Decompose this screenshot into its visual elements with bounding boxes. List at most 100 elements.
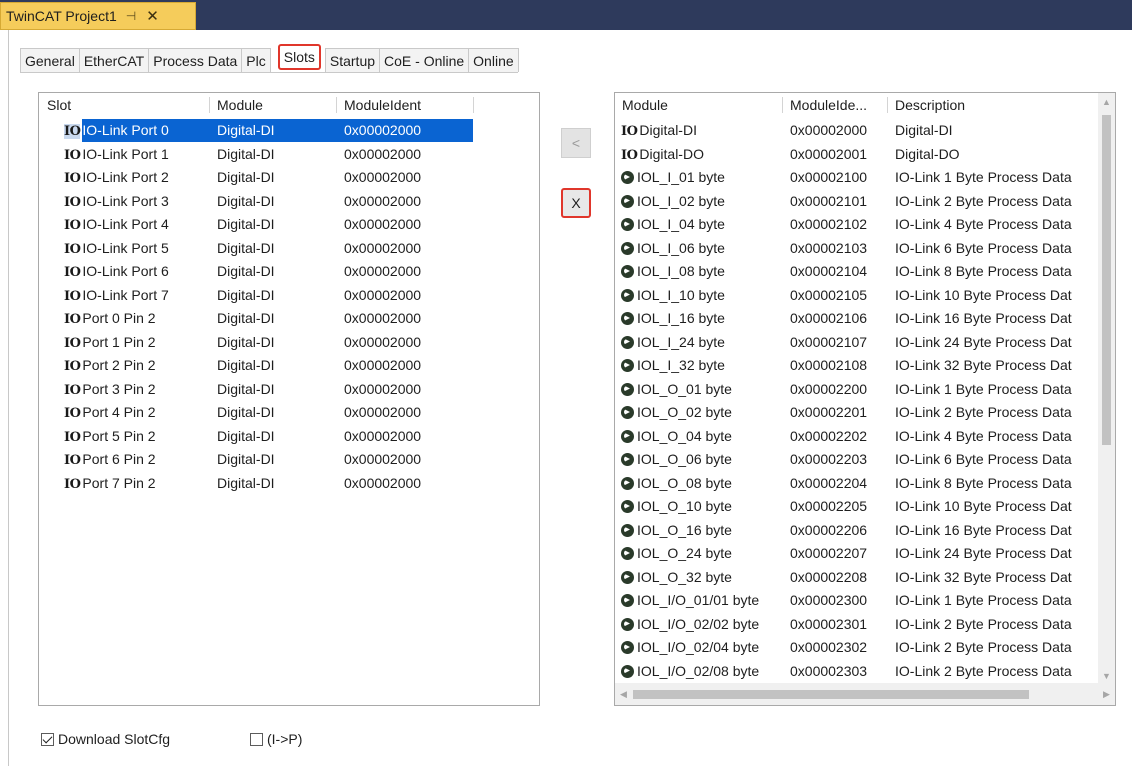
module-row[interactable]: IOL_I/O_02/08 byte 0x00002303 IO-Link 2 By… bbox=[615, 660, 1115, 683]
column-divider[interactable] bbox=[473, 97, 474, 113]
module-name-cell: IOL_I/O_02/04 byte bbox=[621, 636, 789, 659]
module-row[interactable]: IOL_O_32 byte 0x00002208 IO-Link 32 Byte P… bbox=[615, 566, 1115, 589]
scroll-up-icon[interactable]: ▲ bbox=[1098, 93, 1115, 111]
module-list[interactable]: Module ModuleIde... Description IO Digita… bbox=[614, 92, 1116, 706]
module-row[interactable]: IO Digital-DI 0x00002000 Digital-DI bbox=[615, 119, 1115, 142]
module-row[interactable]: IOL_I_16 byte 0x00002106 IO-Link 16 Byte P… bbox=[615, 307, 1115, 330]
tab-slots[interactable]: Slots bbox=[277, 44, 321, 70]
module-description-cell: IO-Link 1 Byte Process Data bbox=[895, 169, 1072, 185]
tab-process-data[interactable]: Process Data bbox=[148, 48, 243, 72]
module-row[interactable]: IOL_O_16 byte 0x00002206 IO-Link 16 Byte P… bbox=[615, 519, 1115, 542]
module-name-cell: IOL_O_24 byte bbox=[621, 542, 789, 565]
module-row[interactable]: IOL_O_24 byte 0x00002207 IO-Link 24 Byte P… bbox=[615, 542, 1115, 565]
download-slotcfg-option[interactable]: Download SlotCfg bbox=[41, 731, 170, 747]
tab-general[interactable]: General bbox=[20, 48, 80, 72]
column-header-slot[interactable]: Slot bbox=[47, 93, 71, 117]
column-divider[interactable] bbox=[336, 97, 337, 113]
horizontal-scrollbar[interactable]: ◀ ▶ bbox=[615, 683, 1115, 705]
column-divider[interactable] bbox=[209, 97, 210, 113]
slot-list[interactable]: Slot Module ModuleIdent IO IO-Link Port 0… bbox=[38, 92, 540, 706]
tab-coe-online[interactable]: CoE - Online bbox=[379, 48, 470, 72]
vertical-scrollbar[interactable]: ▲ ▼ bbox=[1098, 93, 1115, 685]
tab-online[interactable]: Online bbox=[468, 48, 519, 72]
download-slotcfg-checkbox[interactable] bbox=[41, 732, 54, 746]
module-row[interactable]: IOL_I_08 byte 0x00002104 IO-Link 8 Byte Pr… bbox=[615, 260, 1115, 283]
slot-row[interactable]: IO Port 3 Pin 2 Digital-DI 0x00002000 bbox=[39, 378, 539, 401]
slot-row[interactable]: IO Port 2 Pin 2 Digital-DI 0x00002000 bbox=[39, 354, 539, 377]
module-ident-cell: 0x00002206 bbox=[790, 521, 868, 538]
slot-row[interactable]: IO IO-Link Port 6 Digital-DI 0x00002000 bbox=[39, 260, 539, 283]
module-row[interactable]: IOL_O_02 byte 0x00002201 IO-Link 2 Byte Pr… bbox=[615, 401, 1115, 424]
module-row[interactable]: IOL_I_24 byte 0x00002107 IO-Link 24 Byte P… bbox=[615, 331, 1115, 354]
slot-row[interactable]: IO IO-Link Port 0 Digital-DI 0x00002000 bbox=[39, 119, 539, 142]
column-header-description[interactable]: Description bbox=[895, 93, 965, 117]
slot-row[interactable]: IO Port 7 Pin 2 Digital-DI 0x00002000 bbox=[39, 472, 539, 495]
document-tab-twincat-project1[interactable]: TwinCAT Project1 ⊣ ✕ bbox=[0, 2, 196, 30]
i-to-p-option[interactable]: (I->P) bbox=[250, 731, 302, 747]
module-row[interactable]: IOL_I_10 byte 0x00002105 IO-Link 10 Byte P… bbox=[615, 284, 1115, 307]
slot-row[interactable]: IO IO-Link Port 2 Digital-DI 0x00002000 bbox=[39, 166, 539, 189]
tab-plc[interactable]: Plc bbox=[241, 48, 271, 72]
slot-row[interactable]: IO IO-Link Port 1 Digital-DI 0x00002000 bbox=[39, 143, 539, 166]
pin-icon[interactable]: ⊣ bbox=[126, 9, 136, 23]
module-name: IOL_I_08 byte bbox=[637, 263, 725, 279]
module-row[interactable]: IOL_I_01 byte 0x00002100 IO-Link 1 Byte Pr… bbox=[615, 166, 1115, 189]
slot-row[interactable]: IO Port 0 Pin 2 Digital-DI 0x00002000 bbox=[39, 307, 539, 330]
module-row[interactable]: IOL_O_08 byte 0x00002204 IO-Link 8 Byte Pr… bbox=[615, 472, 1115, 495]
module-name-cell: IO Digital-DO bbox=[621, 143, 789, 166]
module-name: IOL_O_04 byte bbox=[637, 427, 732, 444]
module-row[interactable]: IOL_I_32 byte 0x00002108 IO-Link 32 Byte P… bbox=[615, 354, 1115, 377]
module-description-cell: Digital-DO bbox=[895, 145, 960, 162]
module-ident-cell: 0x00002108 bbox=[790, 357, 868, 373]
module-ident-cell: 0x00002103 bbox=[790, 239, 868, 256]
column-header-moduleident[interactable]: ModuleIdent bbox=[344, 93, 421, 117]
slot-module-cell: Digital-DI bbox=[217, 380, 275, 397]
module-row[interactable]: IOL_I_04 byte 0x00002102 IO-Link 4 Byte Pr… bbox=[615, 213, 1115, 236]
remove-module-button[interactable]: X bbox=[561, 188, 591, 218]
module-row[interactable]: IO Digital-DO 0x00002001 Digital-DO bbox=[615, 143, 1115, 166]
module-row[interactable]: IOL_I/O_01/01 byte 0x00002300 IO-Link 1 By… bbox=[615, 589, 1115, 612]
module-ident-cell: 0x00002203 bbox=[790, 451, 868, 467]
column-header-module[interactable]: Module bbox=[622, 93, 668, 117]
slot-row[interactable]: IO Port 6 Pin 2 Digital-DI 0x00002000 bbox=[39, 448, 539, 471]
add-module-button[interactable]: < bbox=[561, 128, 591, 158]
module-row[interactable]: IOL_O_06 byte 0x00002203 IO-Link 6 Byte Pr… bbox=[615, 448, 1115, 471]
iolink-module-icon bbox=[621, 500, 634, 513]
slot-row[interactable]: IO Port 4 Pin 2 Digital-DI 0x00002000 bbox=[39, 401, 539, 424]
slot-module-cell: Digital-DI bbox=[217, 333, 275, 350]
column-divider[interactable] bbox=[887, 97, 888, 113]
horizontal-scroll-thumb[interactable] bbox=[633, 690, 1029, 699]
module-description-cell: IO-Link 32 Byte Process Dat bbox=[895, 357, 1072, 373]
tab-startup[interactable]: Startup bbox=[324, 48, 381, 72]
slot-row[interactable]: IO IO-Link Port 7 Digital-DI 0x00002000 bbox=[39, 284, 539, 307]
column-divider[interactable] bbox=[782, 97, 783, 113]
module-row[interactable]: IOL_O_04 byte 0x00002202 IO-Link 4 Byte Pr… bbox=[615, 425, 1115, 448]
module-row[interactable]: IOL_I_02 byte 0x00002101 IO-Link 2 Byte Pr… bbox=[615, 190, 1115, 213]
iolink-module-icon bbox=[621, 241, 634, 255]
module-name: IOL_I_16 byte bbox=[637, 310, 725, 326]
tab-ethercat[interactable]: EtherCAT bbox=[78, 48, 150, 72]
column-header-moduleident[interactable]: ModuleIde... bbox=[790, 93, 867, 117]
module-row[interactable]: IOL_I_06 byte 0x00002103 IO-Link 6 Byte Pr… bbox=[615, 237, 1115, 260]
slot-moduleident-cell: 0x00002000 bbox=[344, 286, 422, 303]
module-description-cell: IO-Link 2 Byte Process Data bbox=[895, 639, 1072, 655]
scroll-right-icon[interactable]: ▶ bbox=[1098, 683, 1115, 705]
module-description-cell: IO-Link 6 Byte Process Data bbox=[895, 239, 1072, 256]
module-row[interactable]: IOL_O_10 byte 0x00002205 IO-Link 10 Byte P… bbox=[615, 495, 1115, 518]
slot-row[interactable]: IO Port 5 Pin 2 Digital-DI 0x00002000 bbox=[39, 425, 539, 448]
slot-row[interactable]: IO Port 1 Pin 2 Digital-DI 0x00002000 bbox=[39, 331, 539, 354]
slot-row[interactable]: IO IO-Link Port 5 Digital-DI 0x00002000 bbox=[39, 237, 539, 260]
scroll-left-icon[interactable]: ◀ bbox=[615, 683, 632, 705]
slot-row[interactable]: IO IO-Link Port 4 Digital-DI 0x00002000 bbox=[39, 213, 539, 236]
column-header-module[interactable]: Module bbox=[217, 93, 263, 117]
vertical-scroll-thumb[interactable] bbox=[1102, 115, 1111, 445]
module-row[interactable]: IOL_O_01 byte 0x00002200 IO-Link 1 Byte Pr… bbox=[615, 378, 1115, 401]
i-to-p-checkbox[interactable] bbox=[250, 732, 263, 746]
module-name: IOL_O_01 byte bbox=[637, 380, 732, 397]
module-row[interactable]: IOL_I/O_02/04 byte 0x00002302 IO-Link 2 By… bbox=[615, 636, 1115, 659]
iolink-module-icon bbox=[621, 570, 634, 584]
slot-name-cell: IO Port 5 Pin 2 bbox=[64, 425, 214, 448]
close-icon[interactable]: ✕ bbox=[146, 7, 159, 25]
module-row[interactable]: IOL_I/O_02/02 byte 0x00002301 IO-Link 2 By… bbox=[615, 613, 1115, 636]
slot-row[interactable]: IO IO-Link Port 3 Digital-DI 0x00002000 bbox=[39, 190, 539, 213]
